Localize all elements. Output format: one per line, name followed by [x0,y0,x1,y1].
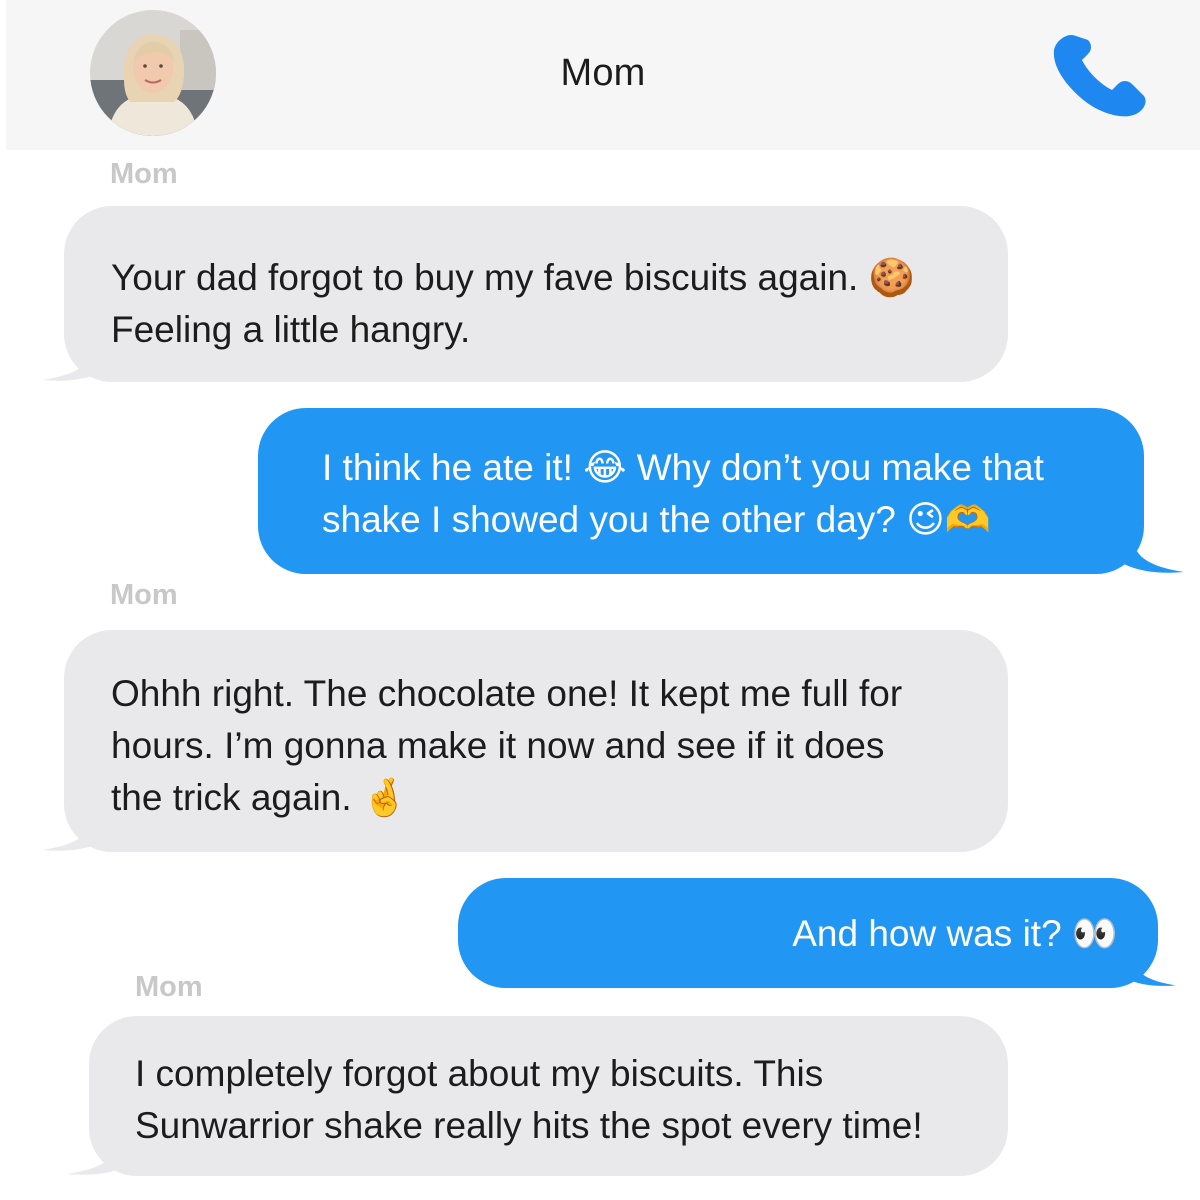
message-text: And how was it? 👀 [792,913,1118,954]
message-text: Your dad forgot to buy my fave biscuits … [111,257,915,350]
sender-label: Mom [110,579,178,611]
message-bubble-received[interactable]: I completely forgot about my biscuits. T… [67,1016,1008,1176]
message-text: Ohhh right. The chocolate one! It kept m… [111,673,903,818]
conversation-header: Mom [6,0,1200,150]
message-bubble-received[interactable]: Your dad forgot to buy my fave biscuits … [42,206,1008,382]
phone-icon [1053,34,1146,117]
message-text: I completely forgot about my biscuits. T… [135,1053,923,1146]
message-bubble-sent[interactable]: I think he ate it! 😂 Why don’t you make … [258,408,1184,574]
sender-label: Mom [110,158,178,190]
sender-label: Mom [135,971,203,1003]
contact-name: Mom [560,52,646,94]
messages-screen: Mom Mom Your dad forgot to buy my fave b… [0,0,1200,1200]
message-bubble-sent[interactable]: And how was it? 👀 [458,878,1176,988]
call-button[interactable] [1046,22,1156,122]
message-text: I think he ate it! 😂 Why don’t you make … [322,447,1044,540]
message-bubble-received[interactable]: Ohhh right. The chocolate one! It kept m… [42,630,1008,852]
